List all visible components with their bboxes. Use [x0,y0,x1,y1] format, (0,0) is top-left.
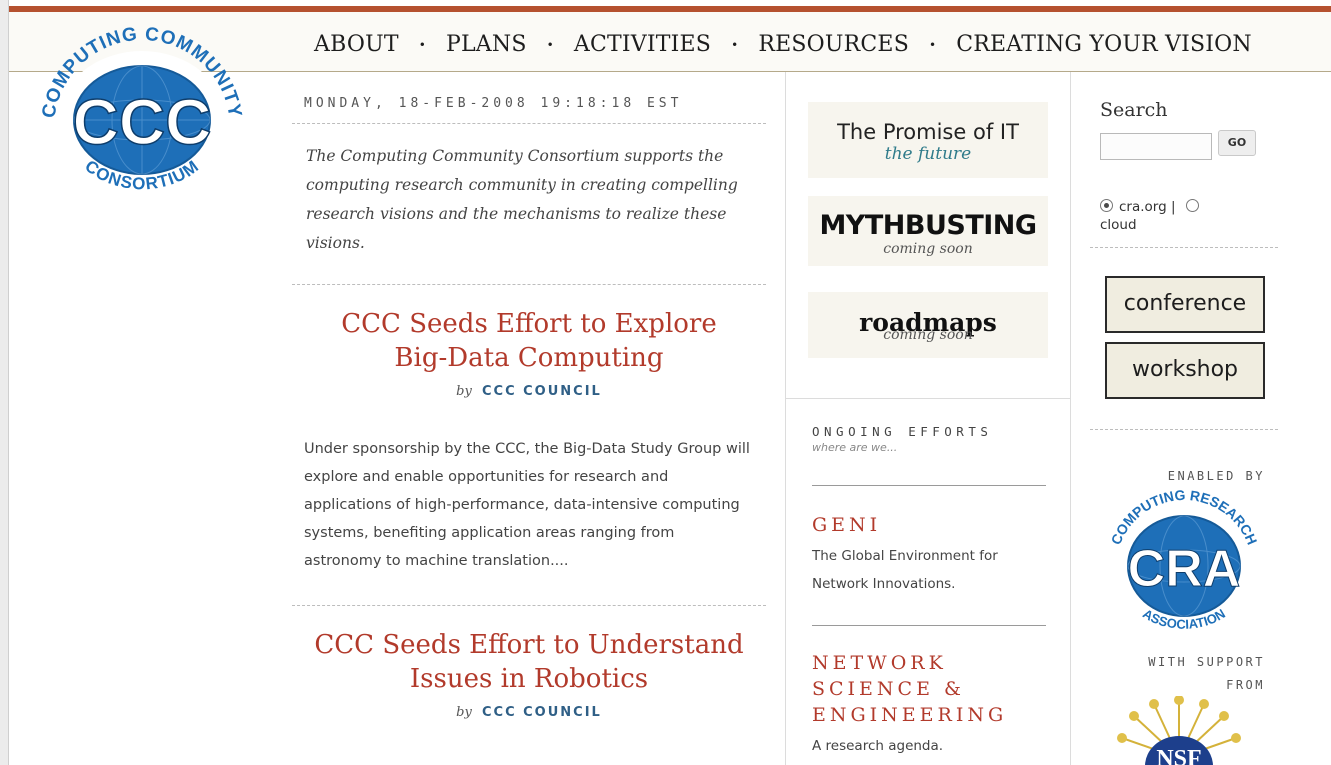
promise-of-it-banner[interactable]: The Promise of IT the future [808,102,1048,178]
article-title-line: Issues in Robotics [409,664,649,694]
promo-title: The Promise of IT [837,120,1019,144]
roadmaps-banner[interactable]: roadmaps coming soon [808,292,1048,358]
radio-label-cloud: cloud [1100,217,1137,233]
section-divider [786,398,1070,399]
article-byline: by CCC COUNCIL [292,384,766,399]
current-date: MONDAY, 18-FEB-2008 19:18:18 EST [304,96,683,111]
support-label: WITH SUPPORT FROM [1105,651,1265,697]
ongoing-subheading: where are we... [812,441,898,454]
divider [812,625,1046,626]
nav-separator: • [928,37,937,52]
divider [812,485,1046,486]
byline-author[interactable]: CCC COUNCIL [482,705,602,720]
cra-logo[interactable]: CRA COMPUTING RESEARCH ASSOCIATION [1104,484,1264,632]
ongoing-efforts-header: ONGOING EFFORTS where are we... [812,424,992,454]
intro-text: The Computing Community Consortium suppo… [306,147,738,252]
search-input[interactable] [1100,133,1212,160]
effort-description: A research agenda. [812,738,944,754]
workshop-button[interactable]: workshop [1105,342,1265,399]
divider [292,284,766,285]
effort-title-link[interactable]: NETWORK SCIENCE & ENGINEERING [812,650,1052,728]
enabled-by-label: ENABLED BY [1167,469,1265,483]
article-title-line: Big-Data Computing [394,343,664,373]
ccc-logo[interactable]: CCC COMPUTING COMMUNITY CONSORTIUM [36,16,248,191]
main-column: MONDAY, 18-FEB-2008 19:18:18 EST The Com… [292,72,766,720]
support-line: WITH SUPPORT [1148,655,1265,669]
article-title-line: CCC Seeds Effort to Explore [341,309,717,339]
search-label: Search [1100,99,1168,121]
radio-cloud[interactable] [1185,199,1199,212]
top-banner [9,0,1331,12]
radio-cra-org[interactable] [1100,199,1113,212]
cra-center-text: CRA [1128,540,1241,598]
nav-separator: • [731,37,739,52]
promo-title: MYTHBUSTING [819,210,1037,241]
byline-author[interactable]: CCC COUNCIL [482,384,602,399]
divider [1090,429,1278,430]
nav-resources[interactable]: RESOURCES [758,32,909,57]
effort-title-link[interactable]: GENI [812,512,1052,538]
nsf-logo[interactable]: NSF [1114,696,1244,765]
article-title-link[interactable]: CCC Seeds Effort to Understand Issues in… [292,628,766,696]
nav-about[interactable]: ABOUT [314,32,399,57]
promo-subtitle: the future [884,144,972,164]
search-scope: cra.org | cloud [1100,198,1270,234]
effort-description: The Global Environment for Network Innov… [812,548,998,592]
effort-title-line: SCIENCE & [812,678,965,700]
nav-plans[interactable]: PLANS [446,32,527,57]
effort-network-science: NETWORK SCIENCE & ENGINEERING A research… [812,650,1052,760]
radio-label-cra-org: cra.org | [1119,199,1176,215]
logo-center-text: CCC [73,86,212,158]
left-window-border [0,0,9,765]
byline-by: by [456,705,472,720]
divider [292,605,766,606]
promo-subtitle: coming soon [883,327,973,343]
divider [1090,247,1278,248]
article-title-line: CCC Seeds Effort to Understand [314,630,744,660]
effort-title-line: ENGINEERING [812,704,1008,726]
nsf-text: NSF [1156,746,1201,765]
nav-creating-your-vision[interactable]: CREATING YOUR VISION [956,32,1252,57]
nav-separator: • [546,37,554,52]
effort-title-line: NETWORK [812,652,947,674]
nav-separator: • [418,37,426,52]
search-go-button[interactable]: GO [1218,130,1256,156]
middle-column: The Promise of IT the future MYTHBUSTING… [785,72,1071,765]
support-line: FROM [1226,678,1265,692]
article-byline: by CCC COUNCIL [292,705,766,720]
nav-activities[interactable]: ACTIVITIES [574,32,711,57]
article-summary: Under sponsorship by the CCC, the Big-Da… [304,441,750,569]
conference-button[interactable]: conference [1105,276,1265,333]
main-navigation: ABOUT • PLANS • ACTIVITIES • RESOURCES •… [314,32,1252,57]
promo-subtitle: coming soon [883,241,973,257]
mythbusting-banner[interactable]: MYTHBUSTING coming soon [808,196,1048,266]
byline-by: by [456,384,472,399]
ongoing-heading: ONGOING EFFORTS [812,424,993,439]
article-title-link[interactable]: CCC Seeds Effort to Explore Big-Data Com… [292,307,766,375]
right-sidebar: Search GO cra.org | cloud conference wor… [1072,72,1331,765]
effort-geni: GENI The Global Environment for Network … [812,512,1052,598]
